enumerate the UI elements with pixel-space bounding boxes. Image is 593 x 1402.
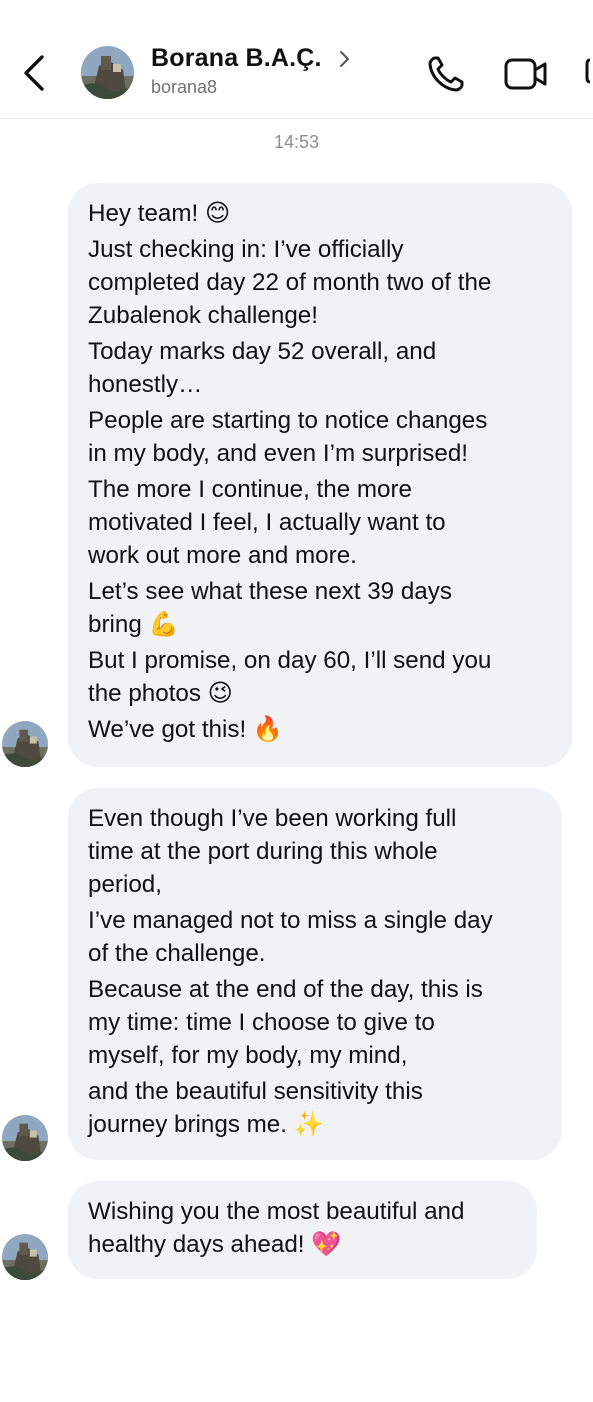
- message-line: motivated I feel, I actually want to: [88, 509, 446, 536]
- chat-header: Borana B.A.Ç. borana8: [0, 0, 593, 119]
- contact-username: borana8: [151, 77, 218, 97]
- more-button[interactable]: [582, 54, 593, 88]
- message-line: Wishing you the most beautiful and: [88, 1198, 465, 1225]
- message-bubble[interactable]: Hey team! 😊 Just checking in: I’ve offic…: [68, 183, 572, 767]
- message-line: bring 💪: [88, 611, 179, 638]
- back-button[interactable]: [18, 52, 54, 92]
- message-line: my time: time I choose to give to: [88, 1009, 435, 1036]
- message-line: the photos 😉: [88, 680, 233, 707]
- sender-avatar[interactable]: [2, 1234, 48, 1280]
- message-line: period,: [88, 871, 162, 898]
- message-line: honestly…: [88, 371, 203, 398]
- video-call-button[interactable]: [503, 55, 549, 93]
- avatar-photo: [2, 1115, 48, 1161]
- avatar-photo: [2, 1234, 48, 1280]
- chevron-right-icon: [340, 51, 349, 67]
- message-line: I’ve managed not to miss a single day: [88, 907, 493, 934]
- contact-info[interactable]: Borana B.A.Ç. borana8: [151, 44, 349, 98]
- phone-icon: [428, 56, 464, 92]
- message-bubble[interactable]: Wishing you the most beautiful and healt…: [68, 1181, 537, 1279]
- sender-avatar[interactable]: [2, 1115, 48, 1161]
- message-line: But I promise, on day 60, I’ll send you: [88, 647, 492, 674]
- contact-name: Borana B.A.Ç.: [151, 44, 322, 72]
- message-line: time at the port during this whole: [88, 838, 438, 865]
- message-line: Zubalenok challenge!: [88, 302, 318, 329]
- chevron-left-icon: [24, 55, 44, 91]
- message-line: of the challenge.: [88, 940, 266, 967]
- message-timestamp: 14:53: [273, 132, 320, 152]
- message-line: We’ve got this! 🔥: [88, 716, 284, 743]
- message-line: in my body, and even I’m surprised!: [88, 440, 469, 467]
- message-line: journey brings me. ✨: [88, 1111, 324, 1138]
- message-line: healthy days ahead! 💖: [88, 1231, 342, 1258]
- message-line: completed day 22 of month two of the: [88, 269, 492, 296]
- sender-avatar[interactable]: [2, 721, 48, 767]
- message-line: Today marks day 52 overall, and: [88, 338, 437, 365]
- contact-avatar[interactable]: [81, 46, 134, 99]
- message-line: work out more and more.: [88, 542, 357, 569]
- audio-call-button[interactable]: [426, 54, 466, 94]
- message-line: Because at the end of the day, this is: [88, 976, 483, 1003]
- message-line: myself, for my body, my mind,: [88, 1042, 408, 1069]
- message-line: The more I continue, the more: [88, 476, 413, 503]
- avatar-photo: [81, 46, 134, 99]
- message-line: Just checking in: I’ve officially: [88, 236, 404, 263]
- message-line: People are starting to notice changes: [88, 407, 488, 434]
- message-line: and the beautiful sensitivity this: [88, 1078, 423, 1105]
- video-camera-icon: [504, 58, 547, 90]
- avatar-photo: [2, 721, 48, 767]
- message-line: Let’s see what these next 39 days: [88, 578, 452, 605]
- message-bubble[interactable]: Even though I’ve been working full time …: [68, 788, 562, 1160]
- message-line: Hey team! 😊: [88, 200, 231, 227]
- flag-icon: [585, 58, 591, 84]
- message-line: Even though I’ve been working full: [88, 805, 457, 832]
